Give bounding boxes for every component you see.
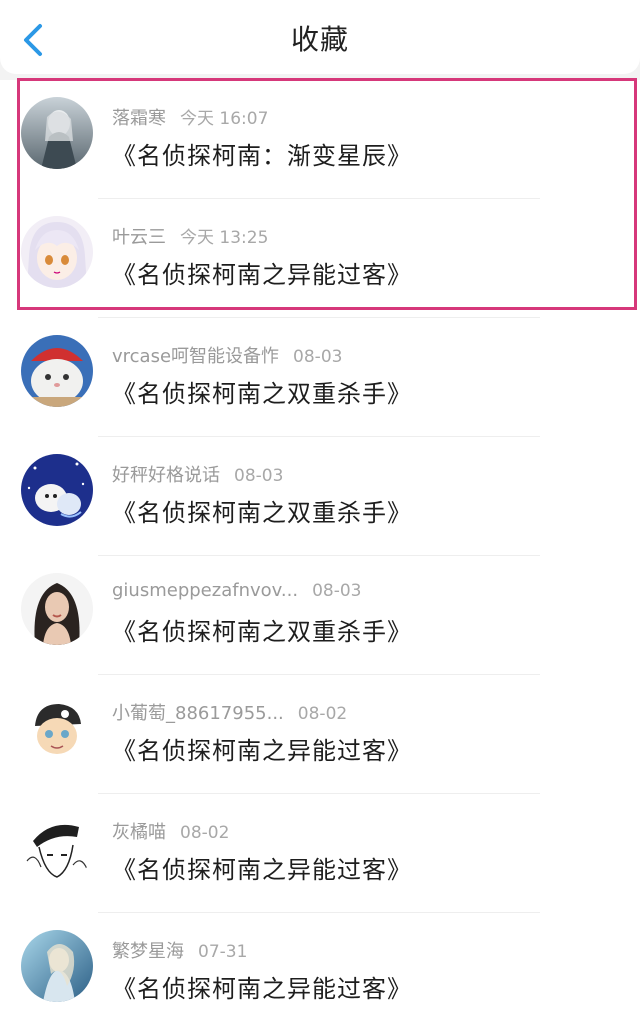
avatar[interactable] (21, 335, 93, 407)
top-bar: 收藏 (0, 0, 640, 74)
item-meta: 小葡萄_88617955... 08-02 (112, 699, 347, 725)
book-title[interactable]: 《名侦探柯南：渐变星辰》 (112, 136, 412, 171)
timestamp: 08-02 (180, 823, 230, 843)
avatar[interactable] (21, 811, 93, 883)
timestamp: 08-03 (312, 581, 362, 601)
book-title[interactable]: 《名侦探柯南之异能过客》 (112, 731, 412, 766)
item-meta: 落霜寒 今天 16:07 (112, 104, 268, 130)
timestamp: 08-02 (297, 704, 348, 724)
username[interactable]: 好秤好格说话 (112, 465, 220, 486)
avatar[interactable] (21, 97, 93, 169)
list-item[interactable]: 繁梦星海 07-31 《名侦探柯南之异能过客》 (0, 913, 640, 1010)
username[interactable]: 灰橘喵 (112, 822, 166, 843)
avatar[interactable] (21, 573, 93, 645)
list-item[interactable]: giusmeppezafnvov... 08-03 《名侦探柯南之双重杀手》 (0, 556, 640, 675)
avatar[interactable] (21, 454, 93, 526)
book-title[interactable]: 《名侦探柯南之双重杀手》 (112, 374, 412, 409)
book-title[interactable]: 《名侦探柯南之双重杀手》 (112, 493, 412, 528)
list-item[interactable]: vrcase呵智能设备怍 08-03 《名侦探柯南之双重杀手》 (0, 318, 640, 437)
list-item[interactable]: 落霜寒 今天 16:07 《名侦探柯南：渐变星辰》 (0, 80, 640, 199)
book-title[interactable]: 《名侦探柯南之异能过客》 (112, 255, 412, 290)
avatar[interactable] (21, 692, 93, 764)
username[interactable]: 叶云三 (112, 227, 166, 248)
timestamp: 07-31 (198, 942, 248, 962)
list-item[interactable]: 灰橘喵 08-02 《名侦探柯南之异能过客》 (0, 794, 640, 913)
timestamp: 08-03 (293, 347, 343, 367)
timestamp: 今天 16:07 (180, 109, 269, 129)
username[interactable]: 小葡萄_88617955... (112, 703, 284, 724)
item-meta: 灰橘喵 08-02 (112, 818, 229, 844)
timestamp: 今天 13:25 (180, 228, 269, 248)
username[interactable]: 落霜寒 (112, 108, 166, 129)
list-item[interactable]: 小葡萄_88617955... 08-02 《名侦探柯南之异能过客》 (0, 675, 640, 794)
item-meta: 繁梦星海 07-31 (112, 937, 247, 963)
item-meta: 叶云三 今天 13:25 (112, 223, 268, 249)
list-item[interactable]: 叶云三 今天 13:25 《名侦探柯南之异能过客》 (0, 199, 640, 318)
username[interactable]: giusmeppezafnvov... (112, 580, 298, 601)
page-title: 收藏 (290, 23, 349, 56)
list-item[interactable]: 好秤好格说话 08-03 《名侦探柯南之双重杀手》 (0, 437, 640, 556)
timestamp: 08-03 (234, 466, 284, 486)
item-meta: vrcase呵智能设备怍 08-03 (112, 342, 342, 368)
item-meta: giusmeppezafnvov... 08-03 (112, 580, 361, 601)
avatar[interactable] (21, 930, 93, 1002)
book-title[interactable]: 《名侦探柯南之异能过客》 (112, 969, 412, 1004)
avatar[interactable] (21, 216, 93, 288)
username[interactable]: 繁梦星海 (112, 941, 184, 962)
username[interactable]: vrcase呵智能设备怍 (112, 346, 279, 367)
favorites-list: 落霜寒 今天 16:07 《名侦探柯南：渐变星辰》 叶云三 今天 13:25 《名侦… (0, 80, 640, 1010)
book-title[interactable]: 《名侦探柯南之异能过客》 (112, 850, 412, 885)
item-meta: 好秤好格说话 08-03 (112, 461, 283, 487)
book-title[interactable]: 《名侦探柯南之双重杀手》 (112, 612, 412, 647)
